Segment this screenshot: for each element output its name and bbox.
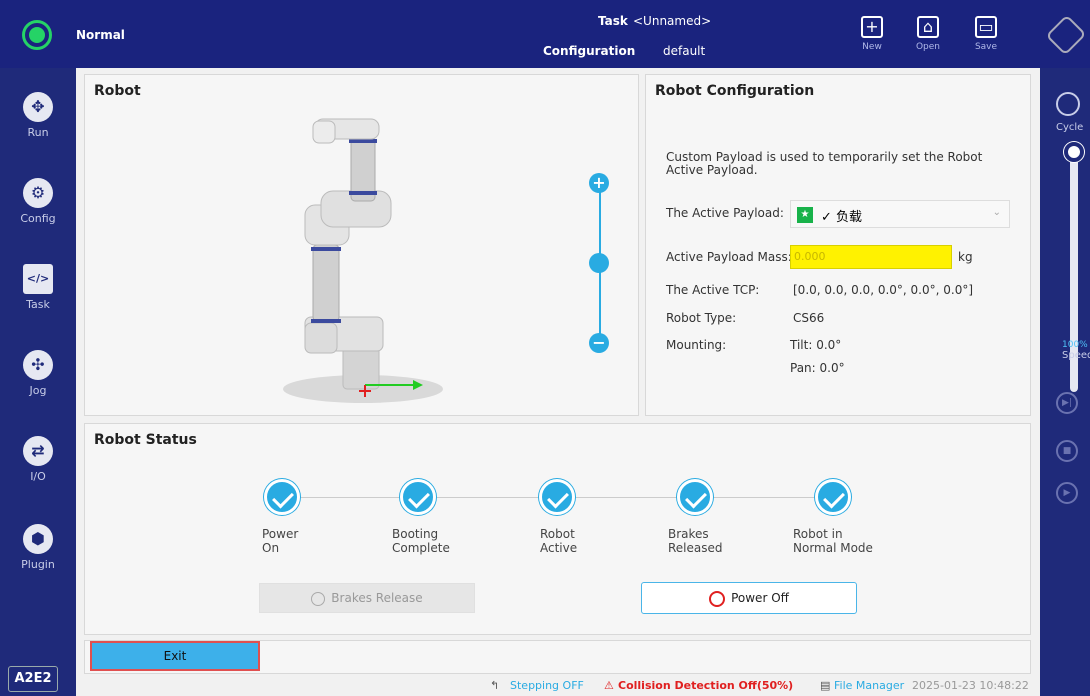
task-label: Task xyxy=(598,14,628,28)
open-label: Open xyxy=(915,42,941,52)
speed-slider-handle[interactable] xyxy=(1064,142,1084,162)
active-tcp-label: The Active TCP: xyxy=(666,283,760,297)
zoom-out-icon[interactable]: − xyxy=(589,333,609,353)
cube-icon: ⬢ xyxy=(23,524,53,554)
step-icon[interactable]: ▶| xyxy=(1056,392,1078,414)
status-indicator-icon xyxy=(22,20,52,50)
stepping-icon: ↰ xyxy=(490,679,500,692)
mounting-pan: Pan: 0.0° xyxy=(790,361,845,375)
sidebar-item-plugin[interactable]: ⬢ Plugin xyxy=(0,524,76,571)
io-icon: ⇄ xyxy=(23,436,53,466)
task-name[interactable]: <Unnamed> xyxy=(633,14,711,28)
brakes-release-button[interactable]: Brakes Release xyxy=(259,583,475,613)
gear-icon: ⚙ xyxy=(23,178,53,208)
power-off-button[interactable]: Power Off xyxy=(641,582,857,614)
datetime: 2025-01-23 10:48:22 xyxy=(912,679,1029,692)
sidebar-item-run[interactable]: ✥ Run xyxy=(0,92,76,139)
configuration-name[interactable]: default xyxy=(663,44,705,58)
speed-percent: 100% xyxy=(1062,340,1088,350)
new-label: New xyxy=(862,42,882,52)
mass-unit: kg xyxy=(958,250,973,264)
new-file-icon: + xyxy=(861,16,883,38)
sidebar-item-config[interactable]: ⚙ Config xyxy=(0,178,76,225)
booting-complete-check-icon xyxy=(400,479,436,515)
payload-description: Custom Payload is used to temporarily se… xyxy=(666,150,983,177)
robot-status-text: Normal xyxy=(76,28,125,42)
robot-3d-view[interactable] xyxy=(85,75,640,417)
zoom-slider-handle[interactable] xyxy=(589,253,609,273)
device-badge: A2E2 xyxy=(8,666,58,692)
power-icon xyxy=(709,590,726,607)
active-payload-label: The Active Payload: xyxy=(666,206,784,220)
status-step-label: Robot in Normal Mode xyxy=(793,527,873,555)
active-payload-select[interactable]: ★ ✓ 负载 ⌄ xyxy=(790,200,1010,228)
stop-icon[interactable]: ■ xyxy=(1056,440,1078,462)
payload-mass-input[interactable]: 0.000 xyxy=(790,245,952,269)
active-payload-value: ✓ 负载 xyxy=(821,210,863,225)
payload-mass-label: Active Payload Mass: xyxy=(666,250,792,264)
brand-logo-icon xyxy=(1045,14,1087,56)
cycle-icon[interactable] xyxy=(1056,92,1080,116)
sidebar-item-jog[interactable]: ✣ Jog xyxy=(0,350,76,397)
right-sidebar: Cycle 100% Speed ▶| ■ ▶ xyxy=(1040,68,1090,696)
exit-button[interactable]: Exit xyxy=(90,641,260,671)
speed-label: Speed xyxy=(1062,350,1090,361)
robot-type-value: CS66 xyxy=(793,311,825,325)
collision-status[interactable]: Collision Detection Off(50%) xyxy=(618,679,793,692)
mounting-tilt: Tilt: 0.0° xyxy=(790,338,842,352)
open-button[interactable]: ⌂ Open xyxy=(908,14,948,64)
status-step-label: Robot Active xyxy=(540,527,578,555)
payload-star-icon: ★ xyxy=(797,207,813,223)
stepping-status[interactable]: Stepping OFF xyxy=(510,679,584,692)
code-icon: </> xyxy=(23,264,53,294)
file-manager-link[interactable]: File Manager xyxy=(834,679,904,692)
robot-active-check-icon xyxy=(539,479,575,515)
save-button[interactable]: ▭ Save xyxy=(966,14,1006,64)
run-icon: ✥ xyxy=(23,92,53,122)
robot-configuration-title: Robot Configuration xyxy=(655,83,815,99)
sidebar-item-label: Jog xyxy=(29,384,47,397)
save-icon: ▭ xyxy=(975,16,997,38)
sidebar-item-label: Plugin xyxy=(21,558,55,571)
active-tcp-value: [0.0, 0.0, 0.0, 0.0°, 0.0°, 0.0°] xyxy=(793,283,974,297)
left-sidebar: ✥ Run ⚙ Config </> Task ✣ Jog ⇄ I/O ⬢ Pl… xyxy=(0,68,76,696)
cycle-label: Cycle xyxy=(1056,122,1084,133)
status-step-label: Brakes Released xyxy=(668,527,723,555)
status-footer: ↰ Stepping OFF ⚠ Collision Detection Off… xyxy=(76,676,1040,696)
sidebar-item-task[interactable]: </> Task xyxy=(0,264,76,311)
robot-type-label: Robot Type: xyxy=(666,311,737,325)
power-on-check-icon xyxy=(264,479,300,515)
status-step-label: Power On xyxy=(262,527,299,555)
play-icon[interactable]: ▶ xyxy=(1056,482,1078,504)
brake-icon xyxy=(311,591,326,606)
normal-mode-check-icon xyxy=(815,479,851,515)
top-bar: Normal Task <Unnamed> Configuration defa… xyxy=(0,0,1090,68)
chevron-down-icon: ⌄ xyxy=(992,207,1001,218)
status-step-label: Booting Complete xyxy=(392,527,450,555)
configuration-label: Configuration xyxy=(543,44,636,58)
power-off-label: Power Off xyxy=(731,591,789,605)
sidebar-item-label: Config xyxy=(20,212,56,225)
file-icon: ▤ xyxy=(820,679,831,692)
robot-panel: Robot xyxy=(84,74,639,416)
sidebar-item-label: Run xyxy=(27,126,49,139)
move-icon: ✣ xyxy=(23,350,53,380)
new-button[interactable]: + New xyxy=(852,14,892,64)
sidebar-item-label: I/O xyxy=(30,470,46,483)
save-label: Save xyxy=(974,42,998,52)
brakes-release-label: Brakes Release xyxy=(331,591,423,605)
collision-icon: ⚠ xyxy=(604,679,614,692)
robot-status-title: Robot Status xyxy=(94,432,197,448)
brakes-released-check-icon xyxy=(677,479,713,515)
open-folder-icon: ⌂ xyxy=(917,16,939,38)
sidebar-item-io[interactable]: ⇄ I/O xyxy=(0,436,76,483)
sidebar-item-label: Task xyxy=(26,298,50,311)
mounting-label: Mounting: xyxy=(666,338,727,352)
zoom-in-icon[interactable]: + xyxy=(589,173,609,193)
